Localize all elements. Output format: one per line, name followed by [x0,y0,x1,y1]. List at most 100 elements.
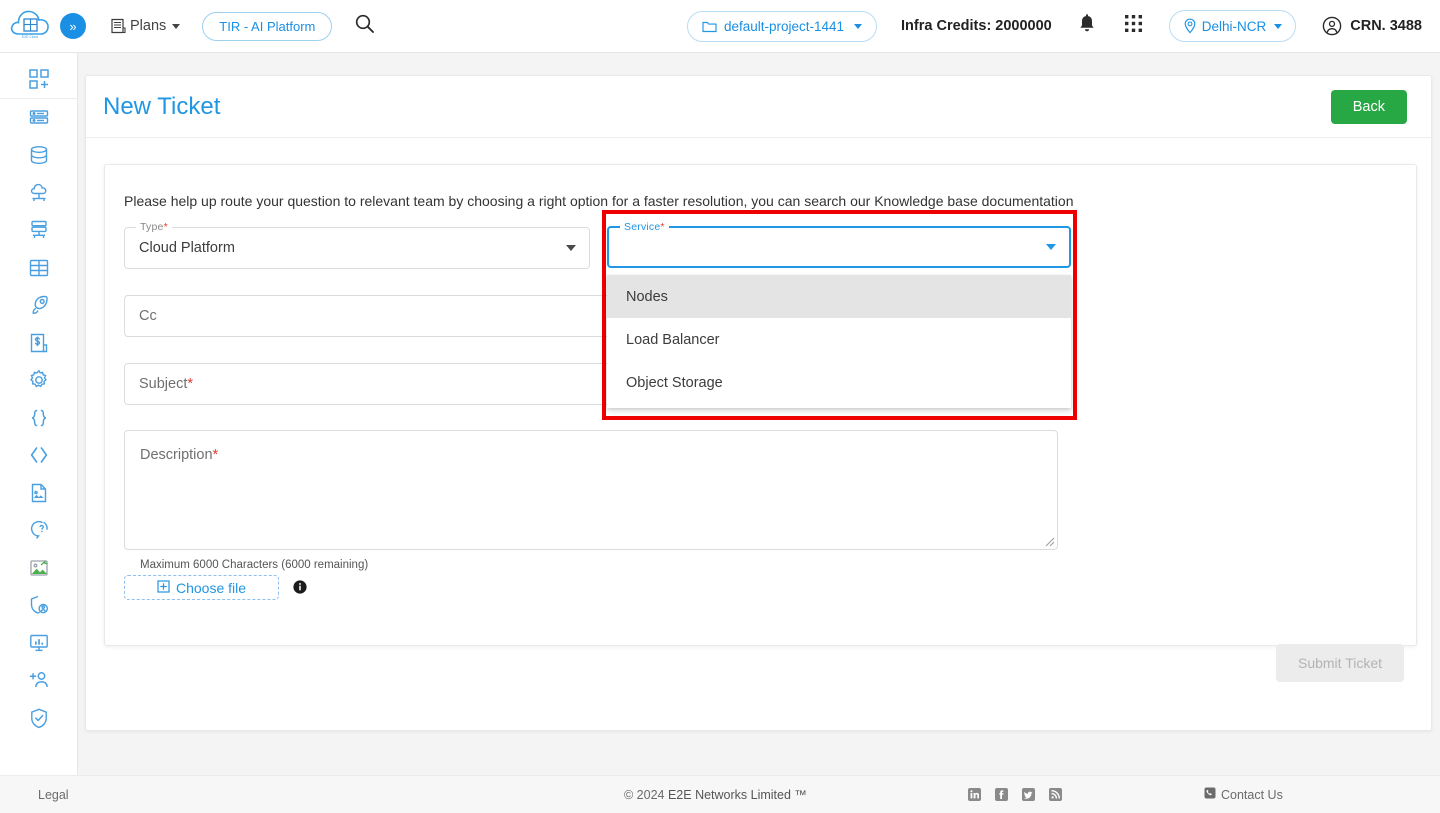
chevron-down-icon [172,23,181,29]
sidebar-item-images[interactable] [0,549,77,587]
account-menu[interactable]: CRN. 3488 [1322,16,1422,36]
description-placeholder: Description* [140,447,219,463]
page-header: New Ticket Back [86,76,1431,138]
sidebar-item-documents[interactable] [0,474,77,512]
type-label: Type* [136,221,172,233]
choose-file-label: Choose file [175,579,247,596]
project-label: default-project-1441 [723,18,845,34]
monitor-chart-icon [28,632,50,654]
folder-icon [702,20,717,33]
user-circle-icon [1322,16,1342,36]
top-navigation-bar: E2E Cloud » Plans TIR - AI Platform defa… [0,0,1440,53]
server-rack-icon [28,107,50,129]
shield-user-icon [28,594,50,616]
attachment-info-button[interactable] [293,580,307,599]
sidebar-item-monitoring[interactable] [0,624,77,662]
back-button[interactable]: Back [1330,89,1407,124]
sidebar-item-api[interactable] [0,399,77,437]
curly-braces-icon [28,407,50,429]
left-sidebar [0,53,78,813]
social-links [968,788,1062,801]
chevron-down-icon [1274,23,1283,29]
invoice-icon [110,18,127,35]
info-icon [293,580,307,598]
subject-placeholder: Subject* [139,376,194,392]
plans-label: Plans [130,18,167,34]
sidebar-item-compute[interactable] [0,99,77,137]
twitter-icon[interactable] [1022,788,1035,801]
question-chat-icon [28,519,50,541]
bell-icon [1078,13,1096,39]
region-label: Delhi-NCR [1201,18,1267,34]
notifications-button[interactable] [1078,13,1096,39]
textarea-resize-handle[interactable] [1042,534,1055,547]
plans-menu[interactable]: Plans [110,18,181,35]
choose-file-button[interactable]: Choose file [124,575,279,600]
contact-us-link[interactable]: Contact Us [1204,787,1283,802]
chevron-down-icon[interactable] [1046,244,1056,250]
svg-text:E2E Cloud: E2E Cloud [22,35,38,39]
project-selector[interactable]: default-project-1441 [686,10,878,42]
user-plus-icon [28,669,50,691]
sidebar-item-identity[interactable] [0,587,77,625]
sidebar-item-settings[interactable] [0,362,77,400]
type-value: Cloud Platform [139,240,235,256]
sidebar-item-support[interactable] [0,512,77,550]
cloud-grid-logo-icon: E2E Cloud [8,7,52,46]
sidebar-item-security[interactable] [0,699,77,737]
sidebar-item-launch[interactable] [0,287,77,325]
image-export-icon [28,557,50,579]
page-body: New Ticket Back Please help up route you… [78,53,1440,813]
sidebar-item-add-user[interactable] [0,662,77,700]
sidebar-item-storage-grid[interactable] [0,249,77,287]
apps-menu-button[interactable] [1124,14,1143,38]
sidebar-item-code[interactable] [0,437,77,475]
sidebar-item-add-dashboard[interactable] [0,59,77,99]
description-textarea[interactable]: Description* [124,430,1058,550]
expand-chevrons-icon: » [69,18,77,34]
facebook-icon[interactable] [995,788,1008,801]
plus-box-icon [157,579,170,596]
sidebar-expand-toggle[interactable]: » [60,13,86,39]
search-button[interactable] [354,13,375,39]
sidebar-item-billing[interactable] [0,324,77,362]
topbar-right-group: default-project-1441 Infra Credits: 2000… [686,10,1440,42]
rocket-icon [28,294,50,316]
service-select[interactable]: Service* [607,221,1071,268]
service-options-dropdown: Nodes Load Balancer Object Storage [607,275,1071,408]
phone-icon [1204,787,1216,802]
database-icon [28,144,50,166]
page-title: New Ticket [103,92,221,120]
submit-ticket-button[interactable]: Submit Ticket [1276,644,1404,682]
shield-check-icon [28,707,50,729]
service-option-object-storage[interactable]: Object Storage [607,362,1071,405]
service-option-load-balancer[interactable]: Load Balancer [607,318,1071,361]
copyright-text: © 2024 E2E Networks Limited ™ [624,787,807,802]
search-icon [354,13,375,39]
rss-icon[interactable] [1049,788,1062,801]
location-pin-icon [1183,18,1197,34]
chevron-down-icon[interactable] [566,245,576,251]
contact-us-label: Contact Us [1221,787,1283,802]
legal-link[interactable]: Legal [38,788,69,802]
sidebar-item-database[interactable] [0,137,77,175]
service-option-nodes[interactable]: Nodes [607,275,1071,319]
crn-label: CRN. 3488 [1350,18,1422,34]
grid-plus-icon [28,68,50,90]
type-select[interactable]: Type* Cloud Platform [124,221,590,269]
storage-grid-icon [28,257,50,279]
region-selector[interactable]: Delhi-NCR [1168,10,1297,42]
chevron-down-icon [854,23,863,29]
invoice-dollar-icon [28,332,50,354]
cloud-network-icon [28,182,50,204]
sidebar-item-network[interactable] [0,212,77,250]
linkedin-icon[interactable] [968,788,981,801]
character-counter: Maximum 6000 Characters (6000 remaining) [140,559,369,571]
brand-logo[interactable]: E2E Cloud [0,7,60,46]
tir-ai-platform-button[interactable]: TIR - AI Platform [202,11,333,41]
sidebar-item-cloud-upload[interactable] [0,174,77,212]
apps-grid-icon [1124,14,1143,38]
gear-icon [28,369,50,391]
page-footer: Legal © 2024 E2E Networks Limited ™ Cont… [0,775,1440,813]
cc-placeholder: Cc [139,308,157,324]
